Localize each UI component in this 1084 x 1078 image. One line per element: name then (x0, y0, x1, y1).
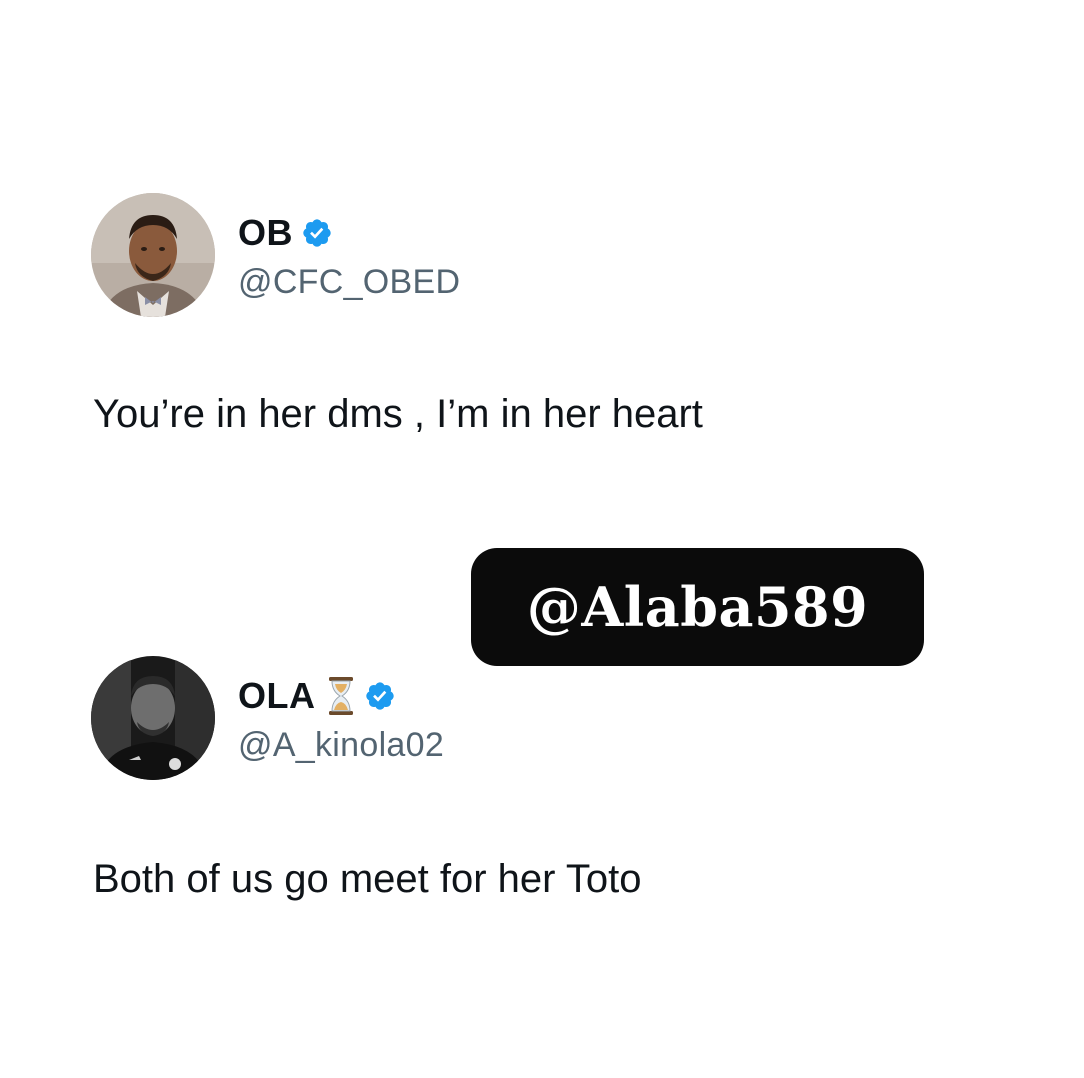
watermark-badge: @Alaba589 (471, 548, 924, 666)
name-row: OB (238, 209, 460, 257)
tweet-text: Both of us go meet for her Toto (93, 857, 642, 901)
user-handle[interactable]: @CFC_OBED (238, 263, 460, 302)
watermark-text: @Alaba589 (526, 575, 869, 639)
tweet-text: You’re in her dms , I’m in her heart (93, 392, 703, 436)
tweet-header: OB @CFC_OBED (91, 193, 460, 317)
user-handle[interactable]: @A_kinola02 (238, 726, 444, 765)
user-identity: OB @CFC_OBED (238, 209, 460, 302)
name-row: OLA (238, 672, 444, 720)
display-name[interactable]: OB (238, 212, 293, 254)
verified-badge-icon (364, 680, 396, 712)
display-name[interactable]: OLA (238, 675, 316, 717)
avatar[interactable] (91, 193, 215, 317)
user-identity: OLA @A_kinola02 (238, 672, 444, 765)
verified-badge-icon (301, 217, 333, 249)
avatar[interactable] (91, 656, 215, 780)
tweet-header: OLA @A_kinola02 (91, 656, 444, 780)
hourglass-icon (326, 676, 356, 716)
